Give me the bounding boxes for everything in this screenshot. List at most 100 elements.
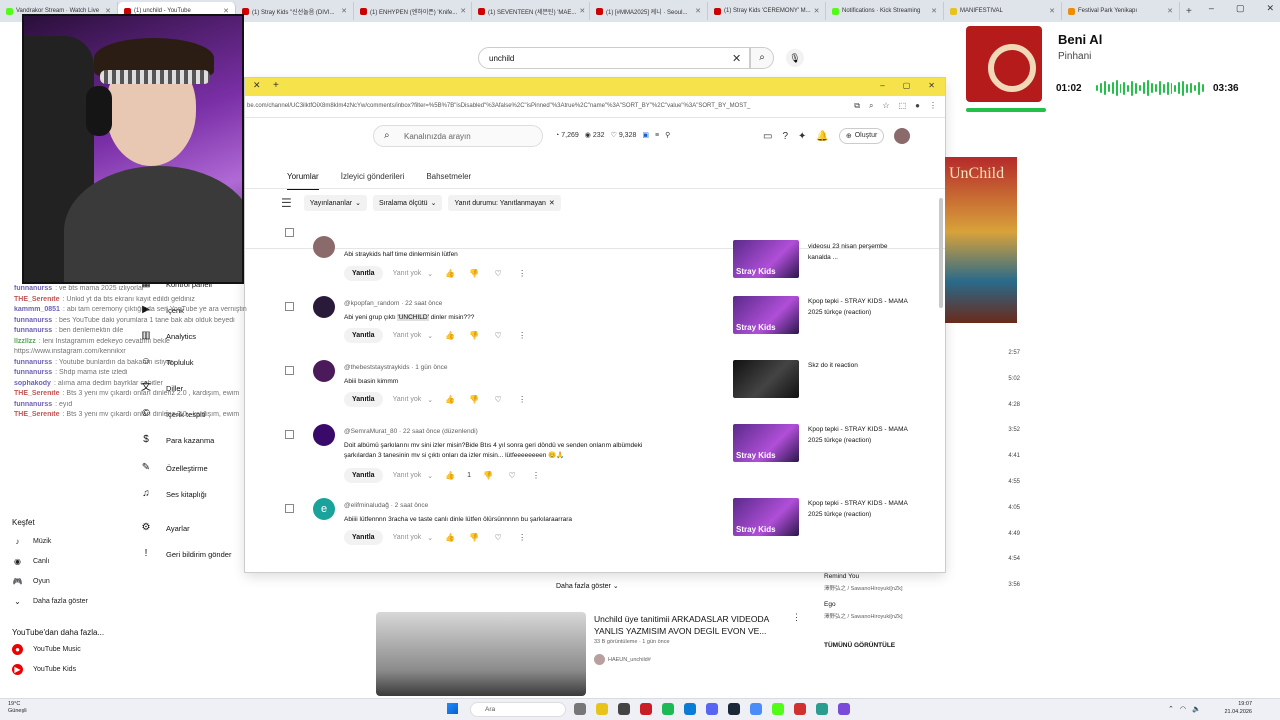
- more-icon[interactable]: ⋮: [529, 471, 543, 480]
- chat-username[interactable]: funnanurss: [14, 369, 52, 376]
- extensions-icon[interactable]: ⧉: [854, 101, 860, 111]
- heart-icon[interactable]: ♡: [491, 269, 505, 278]
- thumbs-up-icon[interactable]: 👍: [443, 269, 457, 278]
- video-thumbnail[interactable]: Stray Kids: [733, 240, 799, 278]
- volume-icon[interactable]: 🔈: [1192, 705, 1201, 713]
- menu-item-audio-library[interactable]: ♫ Ses kitaplığı: [140, 488, 207, 500]
- puzzle-icon[interactable]: ⬚: [899, 101, 907, 111]
- video-title[interactable]: videosu 23 nisan perşembe kanalda ...: [808, 242, 908, 263]
- playlist-item-title[interactable]: Ego: [824, 601, 836, 608]
- new-tab-button[interactable]: +: [273, 80, 279, 91]
- edge-icon[interactable]: [684, 703, 696, 715]
- bookmark-icon[interactable]: ▣: [642, 131, 649, 139]
- replies-dropdown[interactable]: Yanıt yok ⌄: [393, 534, 434, 542]
- profile-icon[interactable]: ●: [915, 101, 920, 111]
- close-tab-icon[interactable]: ✕: [341, 7, 347, 15]
- replies-dropdown[interactable]: Yanıt yok ⌄: [393, 472, 434, 480]
- video-title[interactable]: Kpop tepki - STRAY KIDS - MAMA 2025 türk…: [808, 499, 908, 520]
- close-icon[interactable]: ✕: [253, 80, 261, 91]
- video-title[interactable]: Kpop tepki - STRAY KIDS - MAMA 2025 türk…: [808, 425, 908, 446]
- avatar[interactable]: [313, 236, 335, 258]
- notifications-icon[interactable]: 🔔: [816, 131, 828, 142]
- thumbs-up-icon[interactable]: 👍: [443, 533, 457, 542]
- close-icon[interactable]: ✕: [549, 199, 555, 207]
- video-thumbnail[interactable]: Stray Kids: [733, 296, 799, 334]
- comment-checkbox[interactable]: [285, 430, 294, 439]
- kick-icon[interactable]: [772, 703, 784, 715]
- spotify-icon[interactable]: [662, 703, 674, 715]
- close-tab-icon[interactable]: ✕: [579, 7, 585, 15]
- thumbs-down-icon[interactable]: 👎: [467, 331, 481, 340]
- heart-icon[interactable]: ♡: [491, 331, 505, 340]
- video-title[interactable]: Unchild üye tanitimii ARKADASLAR VIDEODA…: [594, 613, 784, 637]
- windows-start-icon[interactable]: [447, 703, 458, 714]
- steam-icon[interactable]: [728, 703, 740, 715]
- sidebar-show-more[interactable]: ⌄ Daha fazla göster: [12, 596, 88, 607]
- filter-published[interactable]: Yayınlananlar ⌄: [303, 195, 367, 211]
- reply-button[interactable]: Yanıtla: [344, 530, 383, 545]
- menu-item-monetization[interactable]: $ Para kazanma: [140, 434, 214, 446]
- close-tab-icon[interactable]: ✕: [814, 7, 820, 15]
- avatar[interactable]: [313, 296, 335, 318]
- reply-button[interactable]: Yanıtla: [344, 468, 383, 483]
- select-all-checkbox[interactable]: [285, 228, 294, 237]
- playlist-album-art[interactable]: UnChild: [945, 157, 1017, 323]
- thumbs-up-icon[interactable]: 👍: [443, 331, 457, 340]
- more-icon[interactable]: ⋮: [792, 612, 801, 623]
- subtitles-icon[interactable]: ▭: [763, 131, 772, 142]
- video-thumbnail[interactable]: [376, 612, 586, 696]
- channel-search-input[interactable]: ⌕ Kanalınızda arayın: [373, 125, 543, 147]
- chat-username[interactable]: funnanurss: [14, 317, 52, 324]
- discord-icon[interactable]: [706, 703, 718, 715]
- wifi-icon[interactable]: ◠: [1180, 705, 1186, 713]
- app-icon[interactable]: [838, 703, 850, 715]
- maximize-icon[interactable]: ▢: [1236, 3, 1245, 14]
- obs-icon[interactable]: [794, 703, 806, 715]
- video-title[interactable]: Kpop tepki - STRAY KIDS - MAMA 2025 türk…: [808, 297, 908, 318]
- minimize-icon[interactable]: –: [1209, 3, 1214, 14]
- close-tab-icon[interactable]: ✕: [695, 7, 701, 15]
- channel-name[interactable]: HAEUN_unchild#: [608, 657, 651, 663]
- clock[interactable]: 19:07 21.04.2026: [1212, 701, 1252, 716]
- chrome-icon[interactable]: [750, 703, 762, 715]
- maximize-icon[interactable]: ▢: [903, 81, 911, 90]
- thumbs-down-icon[interactable]: 👎: [467, 269, 481, 278]
- help-icon[interactable]: ?: [782, 131, 788, 142]
- thumbs-down-icon[interactable]: 👎: [481, 471, 495, 480]
- comment-checkbox[interactable]: [285, 504, 294, 513]
- app-icon[interactable]: [618, 703, 630, 715]
- taskbar-search[interactable]: Ara: [470, 702, 566, 717]
- browser-tab[interactable]: (1) Stray Kids "신선놀음 (DIVI... ✕: [236, 2, 354, 20]
- menu-item-settings[interactable]: ⚙ Ayarlar: [140, 522, 190, 534]
- heart-icon[interactable]: ♡: [505, 471, 519, 480]
- create-button[interactable]: ⊕ Oluştur: [838, 128, 885, 144]
- voice-search-button[interactable]: 🎙: [786, 49, 804, 67]
- address-bar[interactable]: be.com/channel/UC3ilktfOiX8m8kIm4zNcYw/c…: [245, 96, 945, 118]
- chat-username[interactable]: THE_Serenite: [14, 296, 60, 303]
- minimize-icon[interactable]: –: [880, 81, 884, 90]
- menu-item-customization[interactable]: ✎ Özelleştirme: [140, 462, 208, 474]
- avatar[interactable]: [313, 424, 335, 446]
- playlist-item-title[interactable]: Remind You: [824, 573, 859, 580]
- replies-dropdown[interactable]: Yanıt yok ⌄: [393, 396, 434, 404]
- reply-button[interactable]: Yanıtla: [344, 266, 383, 281]
- filter-reply-status[interactable]: Yanıt durumu: Yanıtlanmayan ✕: [448, 195, 561, 211]
- more-icon[interactable]: ⋮: [515, 533, 529, 542]
- bookmark-icon[interactable]: ☆: [882, 101, 889, 111]
- chat-username[interactable]: sophakody: [14, 380, 51, 387]
- show-all-link[interactable]: TÜMÜNÜ GÖRÜNTÜLE: [824, 642, 895, 649]
- app-icon[interactable]: [816, 703, 828, 715]
- close-tab-icon[interactable]: ✕: [931, 7, 937, 15]
- browser-tab[interactable]: Notifications · Kick Streaming ✕: [826, 2, 944, 20]
- close-icon[interactable]: ✕: [928, 81, 935, 90]
- thumbs-up-icon[interactable]: 👍: [443, 395, 457, 404]
- sidebar-item-music[interactable]: ♪ Müzik: [12, 536, 52, 547]
- chat-username[interactable]: funnanurss: [14, 327, 52, 334]
- browser-tab[interactable]: MANIFESTIVAL ✕: [944, 2, 1062, 20]
- thumbs-up-icon[interactable]: 👍: [443, 471, 457, 480]
- search-input[interactable]: unchild: [478, 47, 750, 69]
- sidebar-item-gaming[interactable]: 🎮 Oyun: [12, 576, 50, 587]
- browser-tab[interactable]: (1) [#MMA2025] 케니 · Seoul... ✕: [590, 2, 708, 20]
- video-thumbnail[interactable]: Stray Kids: [733, 498, 799, 536]
- filter-sort[interactable]: Sıralama ölçütü ⌄: [372, 195, 443, 211]
